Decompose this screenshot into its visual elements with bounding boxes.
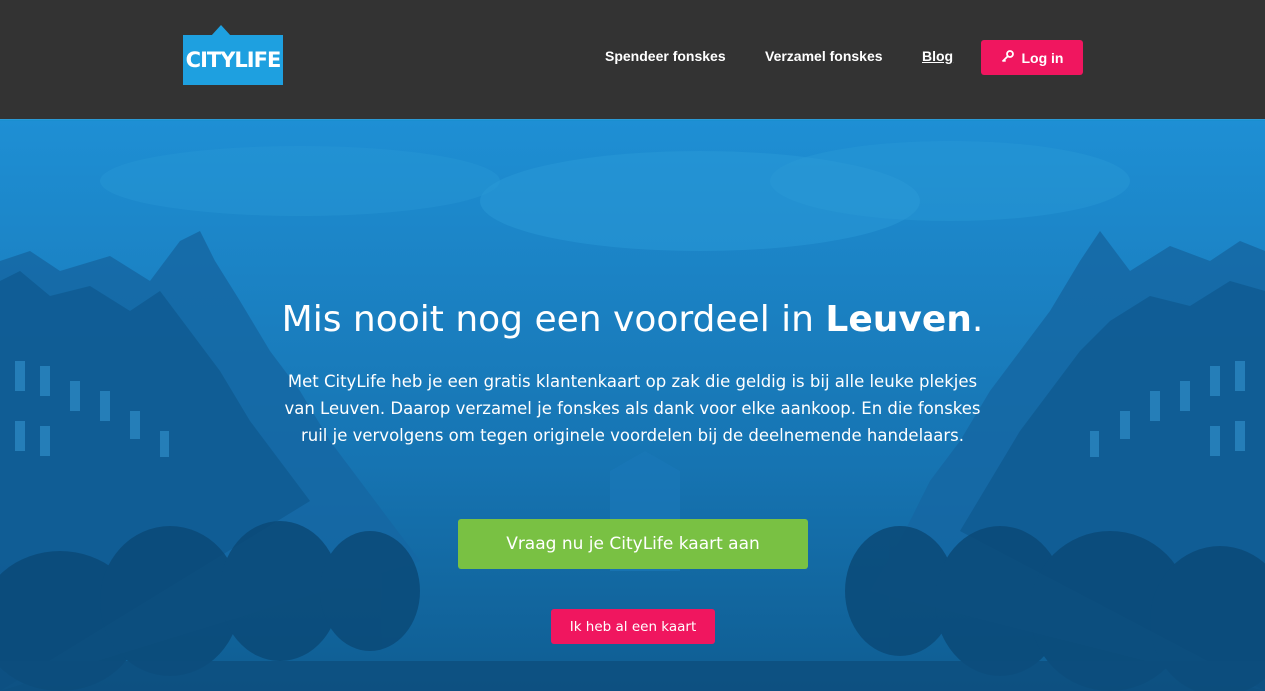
hero-title-end: . xyxy=(971,299,984,340)
hero-title-city: Leuven xyxy=(825,299,972,340)
already-have-card-button[interactable]: Ik heb al een kaart xyxy=(551,609,715,644)
hero-section: Mis nooit nog een voordeel in Leuven. Me… xyxy=(0,121,1265,691)
hero-title: Mis nooit nog een voordeel in Leuven. xyxy=(0,299,1265,340)
hero-title-main: Mis nooit nog een voordeel in xyxy=(281,299,826,340)
request-card-button[interactable]: Vraag nu je CityLife kaart aan xyxy=(458,519,808,569)
nav-verzamel-fonskes[interactable]: Verzamel fonskes xyxy=(765,48,883,64)
logo-text: CITYLIFE xyxy=(185,48,282,72)
citylife-logo[interactable]: CITYLIFE xyxy=(183,25,283,85)
hero-description: Met CityLife heb je een gratis klantenka… xyxy=(284,372,981,445)
nav-spendeer-fonskes[interactable]: Spendeer fonskes xyxy=(605,48,726,64)
key-icon xyxy=(1001,49,1014,66)
login-label: Log in xyxy=(1021,49,1064,66)
nav-blog[interactable]: Blog xyxy=(922,48,953,64)
site-header: CITYLIFE Spendeer fonskes Verzamel fonsk… xyxy=(0,0,1265,120)
login-button[interactable]: Log in xyxy=(981,40,1083,75)
